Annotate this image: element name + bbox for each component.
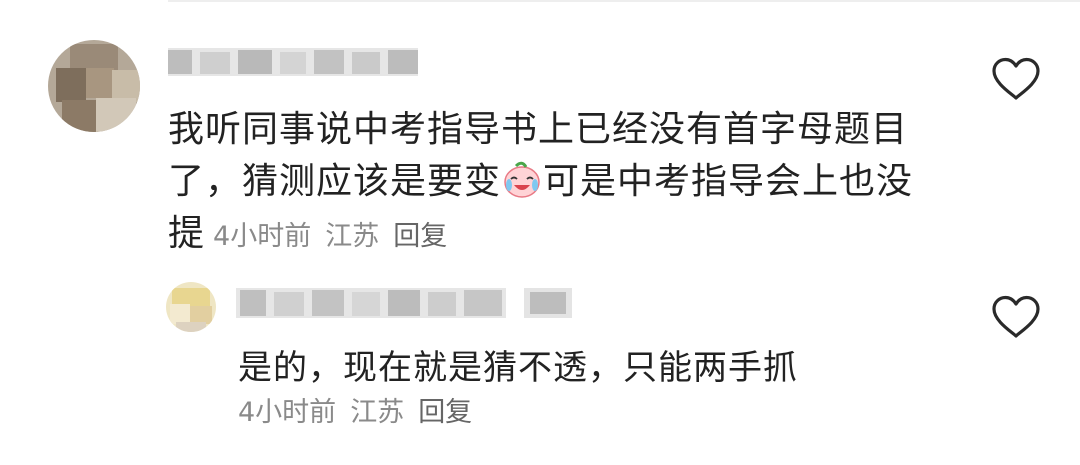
divider xyxy=(168,0,1080,2)
avatar[interactable] xyxy=(48,40,140,132)
reply-time: 4小时前 xyxy=(238,397,337,428)
reply-username[interactable] xyxy=(236,284,572,324)
reply-location: 江苏 xyxy=(350,397,405,428)
username[interactable] xyxy=(168,44,418,80)
comment-location: 江苏 xyxy=(325,221,380,252)
reply-like-heart-icon[interactable] xyxy=(990,294,1042,340)
reply-text: 是的，现在就是猜不透，只能两手抓 xyxy=(238,348,798,388)
reply-meta: 4小时前 江苏 回复 xyxy=(238,395,486,431)
comment-reply-button[interactable]: 回复 xyxy=(393,221,447,252)
reply-avatar[interactable] xyxy=(166,282,216,332)
like-heart-icon[interactable] xyxy=(990,56,1042,102)
crying-laughing-peach-emoji xyxy=(502,161,542,199)
comment-meta: 4小时前 江苏 回复 xyxy=(213,221,461,252)
comment-time: 4小时前 xyxy=(213,221,312,252)
reply-reply-button[interactable]: 回复 xyxy=(418,397,472,428)
comment-text: 我听同事说中考指导书上已经没有首字母题目了，猜测应该是要变 可是中考指导会上也没… xyxy=(168,104,928,263)
